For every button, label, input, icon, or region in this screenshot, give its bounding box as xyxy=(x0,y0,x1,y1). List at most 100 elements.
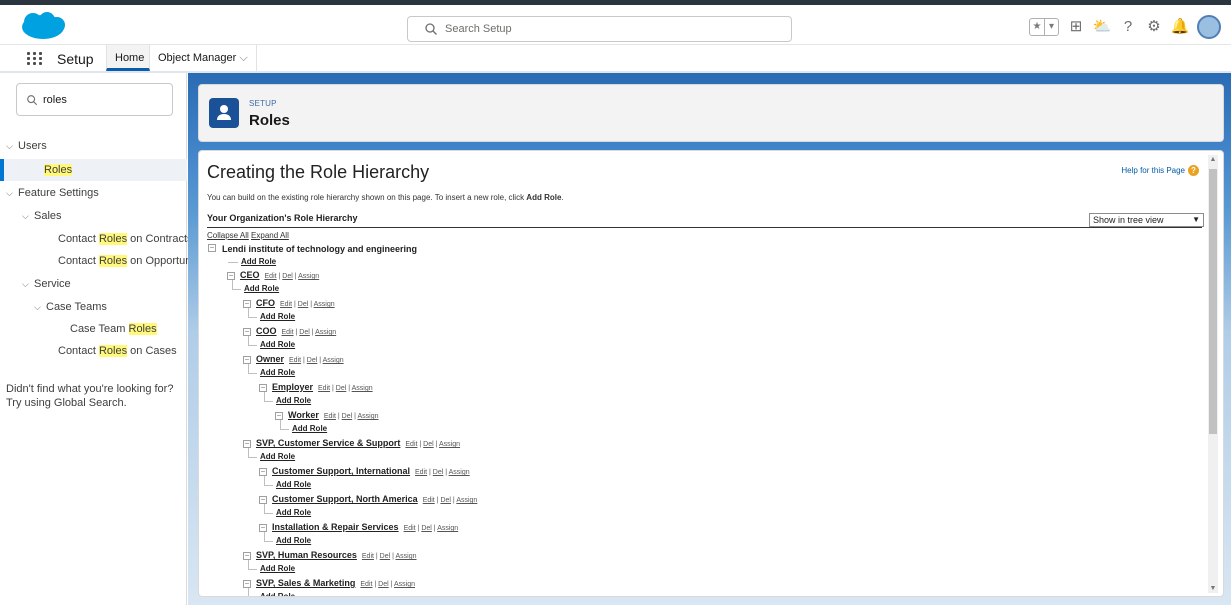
role-name-link[interactable]: SVP, Sales & Marketing xyxy=(256,578,355,588)
role-name-link[interactable]: CFO xyxy=(256,298,275,308)
role-name-link[interactable]: COO xyxy=(256,326,277,336)
assign-link[interactable]: Assign xyxy=(298,273,319,280)
sidebar-item[interactable]: ⌵ Sales xyxy=(0,205,187,227)
assign-link[interactable]: Assign xyxy=(449,469,470,476)
delete-link[interactable]: Del xyxy=(298,301,309,308)
add-role-link[interactable]: Add Role xyxy=(276,396,311,405)
delete-link[interactable]: Del xyxy=(299,329,310,336)
edit-link[interactable]: Edit xyxy=(423,497,435,504)
collapse-toggle-icon[interactable]: − xyxy=(227,271,235,280)
edit-link[interactable]: Edit xyxy=(289,357,301,364)
notifications-bell-icon[interactable]: 🔔 xyxy=(1171,18,1190,36)
assign-link[interactable]: Assign xyxy=(456,497,477,504)
add-role-link[interactable]: Add Role xyxy=(276,508,311,517)
edit-link[interactable]: Edit xyxy=(360,581,372,588)
collapse-toggle-icon[interactable]: − xyxy=(259,523,267,532)
assign-link[interactable]: Assign xyxy=(437,525,458,532)
collapse-toggle-icon[interactable]: − xyxy=(243,579,251,588)
assign-link[interactable]: Assign xyxy=(323,357,344,364)
add-role-link[interactable]: Add Role xyxy=(292,424,327,433)
collapse-toggle-icon[interactable]: − xyxy=(243,299,251,308)
sidebar-item[interactable]: Contact Roles on Opportunities xyxy=(0,250,211,272)
delete-link[interactable]: Del xyxy=(282,273,293,280)
collapse-toggle-icon[interactable]: − xyxy=(243,551,251,560)
global-create-icon[interactable]: ⊞ xyxy=(1067,18,1085,36)
assign-link[interactable]: Assign xyxy=(314,301,335,308)
role-name-link[interactable]: Employer xyxy=(272,382,313,392)
add-role-link[interactable]: Add Role xyxy=(260,368,295,377)
collapse-toggle-icon[interactable]: − xyxy=(275,411,283,420)
role-name-link[interactable]: Worker xyxy=(288,410,319,420)
user-avatar[interactable] xyxy=(1197,15,1221,39)
edit-link[interactable]: Edit xyxy=(404,525,416,532)
delete-link[interactable]: Del xyxy=(336,385,347,392)
assign-link[interactable]: Assign xyxy=(315,329,336,336)
role-name-link[interactable]: Owner xyxy=(256,354,284,364)
tab-home[interactable]: Home xyxy=(106,45,150,71)
scroll-up-arrow[interactable]: ▲ xyxy=(1208,156,1218,163)
edit-link[interactable]: Edit xyxy=(362,553,374,560)
delete-link[interactable]: Del xyxy=(342,413,353,420)
edit-link[interactable]: Edit xyxy=(415,469,427,476)
add-role-link[interactable]: Add Role xyxy=(260,340,295,349)
delete-link[interactable]: Del xyxy=(423,441,434,448)
assign-link[interactable]: Assign xyxy=(396,553,417,560)
scroll-thumb[interactable] xyxy=(1209,169,1217,434)
favorites-dropdown-icon[interactable]: ▾ xyxy=(1044,19,1058,35)
salesforce-logo[interactable] xyxy=(20,11,66,41)
sidebar-item[interactable]: ⌵ Users xyxy=(0,135,187,157)
collapse-toggle-icon[interactable]: − xyxy=(243,355,251,364)
role-name-link[interactable]: SVP, Customer Service & Support xyxy=(256,438,400,448)
collapse-all-link[interactable]: Collapse All xyxy=(207,231,249,240)
edit-link[interactable]: Edit xyxy=(318,385,330,392)
app-launcher-icon[interactable] xyxy=(27,52,43,66)
sidebar-item[interactable]: Roles xyxy=(0,159,187,181)
edit-link[interactable]: Edit xyxy=(265,273,277,280)
edit-link[interactable]: Edit xyxy=(280,301,292,308)
scroll-down-arrow[interactable]: ▼ xyxy=(1208,585,1218,592)
tree-root-toggle[interactable]: − xyxy=(208,244,216,252)
add-role-link[interactable]: Add Role xyxy=(276,536,311,545)
favorites-control[interactable]: ★ ▾ xyxy=(1029,18,1059,36)
role-name-link[interactable]: CEO xyxy=(240,270,260,280)
sidebar-item[interactable]: ⌵ Case Teams xyxy=(0,296,187,318)
view-mode-select[interactable]: Show in tree view ▼ xyxy=(1089,213,1204,227)
collapse-toggle-icon[interactable]: − xyxy=(243,439,251,448)
edit-link[interactable]: Edit xyxy=(405,441,417,448)
setup-gear-icon[interactable]: ⚙ xyxy=(1145,18,1163,36)
assign-link[interactable]: Assign xyxy=(394,581,415,588)
delete-link[interactable]: Del xyxy=(380,553,391,560)
star-icon[interactable]: ★ xyxy=(1030,19,1044,35)
add-role-link[interactable]: Add Role xyxy=(244,284,279,293)
role-name-link[interactable]: SVP, Human Resources xyxy=(256,550,357,560)
edit-link[interactable]: Edit xyxy=(324,413,336,420)
role-name-link[interactable]: Installation & Repair Services xyxy=(272,522,399,532)
assign-link[interactable]: Assign xyxy=(357,413,378,420)
sidebar-item[interactable]: Contact Roles on Cases xyxy=(0,340,187,362)
tab-object-manager[interactable]: Object Manager ⌵ xyxy=(150,45,257,71)
add-role-link[interactable]: Add Role xyxy=(260,452,295,461)
content-scrollbar[interactable]: ▲ ▼ xyxy=(1208,155,1218,593)
help-icon[interactable]: ? xyxy=(1119,18,1137,36)
delete-link[interactable]: Del xyxy=(440,497,451,504)
expand-all-link[interactable]: Expand All xyxy=(251,231,289,240)
global-search[interactable]: Search Setup xyxy=(407,16,792,42)
delete-link[interactable]: Del xyxy=(421,525,432,532)
collapse-toggle-icon[interactable]: − xyxy=(243,327,251,336)
add-role-link[interactable]: Add Role xyxy=(276,480,311,489)
assign-link[interactable]: Assign xyxy=(352,385,373,392)
collapse-toggle-icon[interactable]: − xyxy=(259,383,267,392)
delete-link[interactable]: Del xyxy=(433,469,444,476)
assign-link[interactable]: Assign xyxy=(439,441,460,448)
sidebar-item[interactable]: ⌵ Feature Settings xyxy=(0,182,187,204)
sidebar-item[interactable]: ⌵ Service xyxy=(0,273,187,295)
add-role-link[interactable]: Add Role xyxy=(260,312,295,321)
edit-link[interactable]: Edit xyxy=(282,329,294,336)
help-for-this-page-link[interactable]: Help for this Page ? xyxy=(1121,165,1199,176)
sidebar-item[interactable]: Contact Roles on Contracts xyxy=(0,228,193,250)
quick-find-input[interactable]: roles xyxy=(16,83,173,116)
delete-link[interactable]: Del xyxy=(307,357,318,364)
add-role-link[interactable]: Add Role xyxy=(260,592,295,596)
collapse-toggle-icon[interactable]: − xyxy=(259,467,267,476)
add-role-link[interactable]: Add Role xyxy=(260,564,295,573)
